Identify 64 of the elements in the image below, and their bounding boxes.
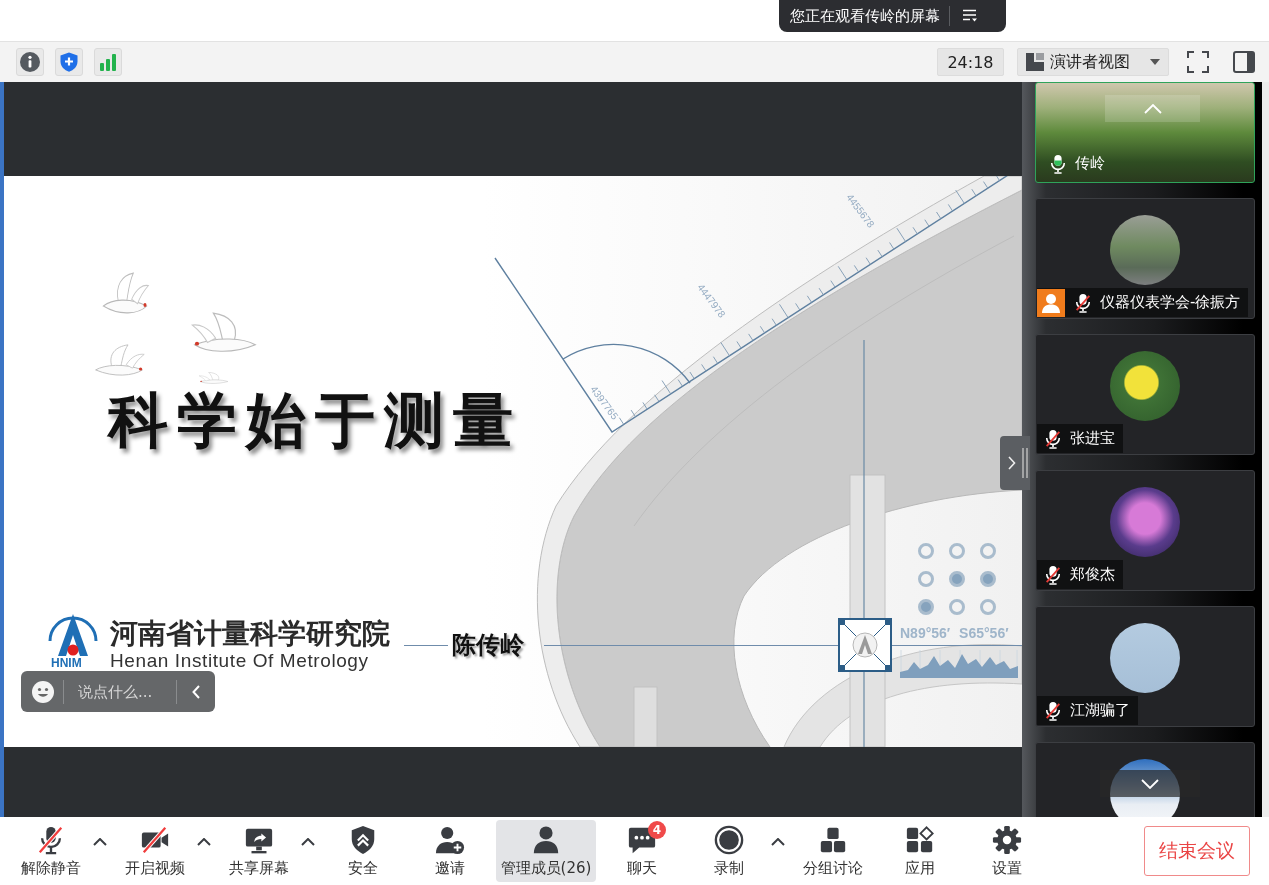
chevron-right-icon <box>1008 456 1016 470</box>
caret-icon <box>1150 59 1160 65</box>
end-meeting-button[interactable]: 结束会议 <box>1144 826 1250 876</box>
meeting-timer: 24:18 <box>937 48 1004 76</box>
logo-frame-icon <box>838 618 892 672</box>
mute-button[interactable]: 解除静音 <box>10 820 92 882</box>
chevron-left-icon <box>192 684 200 699</box>
shield-icon <box>59 52 79 72</box>
slide-title: 科学始于测量 <box>108 384 522 456</box>
record-button[interactable]: 录制 <box>688 820 770 882</box>
smiley-icon <box>32 680 54 703</box>
caret-icon <box>197 838 211 846</box>
breakout-rooms-button[interactable]: 分组讨论 <box>792 820 874 882</box>
chevron-up-icon <box>1143 103 1162 114</box>
presenter-name: 陈传岭 <box>452 630 524 660</box>
info-icon <box>20 52 40 72</box>
chevron-down-icon <box>1141 778 1159 789</box>
circle-marker-icon <box>949 543 965 559</box>
institute-name: 河南省计量科学研究院 <box>110 618 390 650</box>
circle-marker-icon <box>918 599 934 615</box>
collapse-panel-button[interactable] <box>1000 436 1030 490</box>
security-status-button[interactable] <box>55 48 83 76</box>
chat-button[interactable]: 4 聊天 <box>601 820 683 882</box>
circle-marker-icon <box>980 543 996 559</box>
institute-name-english: Henan Institute Of Metrology <box>110 651 369 671</box>
circle-marker-icon <box>980 571 996 587</box>
emoji-button[interactable] <box>31 679 55 704</box>
info-button[interactable] <box>16 48 44 76</box>
chat-input-field[interactable]: 说点什么... <box>72 678 168 705</box>
circle-marker-icon <box>949 571 965 587</box>
share-screen-button[interactable]: 共享屏幕 <box>218 820 300 882</box>
caret-icon <box>301 838 315 846</box>
circle-marker-icon <box>918 543 934 559</box>
participant-name: 郑俊杰 <box>1070 565 1115 584</box>
view-mode-button[interactable]: 演讲者视图 <box>1017 48 1169 76</box>
participant-name: 张进宝 <box>1070 429 1115 448</box>
participant-name: 江湖骗了 <box>1070 701 1130 720</box>
circle-marker-icon <box>949 599 965 615</box>
participant-name: 仪器仪表学会-徐振方 <box>1100 293 1241 312</box>
dove-icon <box>198 372 230 386</box>
apps-button[interactable]: 应用 <box>879 820 961 882</box>
fullscreen-icon <box>1187 51 1209 73</box>
video-button[interactable]: 开启视频 <box>114 820 196 882</box>
circle-marker-icon <box>918 571 934 587</box>
participant-name: 传岭 <box>1075 154 1105 173</box>
grip-icon <box>1022 448 1028 478</box>
logo-text: HNIM <box>51 657 82 669</box>
list-menu-icon <box>962 9 978 23</box>
panel-toggle-button[interactable] <box>1230 48 1258 76</box>
layout-icon <box>1026 53 1044 71</box>
fullscreen-button[interactable] <box>1184 48 1212 76</box>
sidebar-panel-icon <box>1233 51 1255 73</box>
settings-button[interactable]: 设置 <box>966 820 1048 882</box>
coordinates-text: N89°56′ S65°56′ <box>900 625 1009 641</box>
invite-button[interactable]: 邀请 <box>409 820 491 882</box>
sharing-status-text: 您正在观看传岭的屏幕 <box>790 6 940 26</box>
unread-count-badge: 4 <box>648 821 666 839</box>
signal-icon <box>98 52 118 72</box>
caret-icon <box>93 838 107 846</box>
caret-icon <box>771 838 785 846</box>
security-button[interactable]: 安全 <box>322 820 404 882</box>
circle-marker-icon <box>980 599 996 615</box>
participants-button[interactable]: 管理成员(26) <box>496 820 596 882</box>
chat-input-bar[interactable]: 说点什么... <box>21 671 215 712</box>
